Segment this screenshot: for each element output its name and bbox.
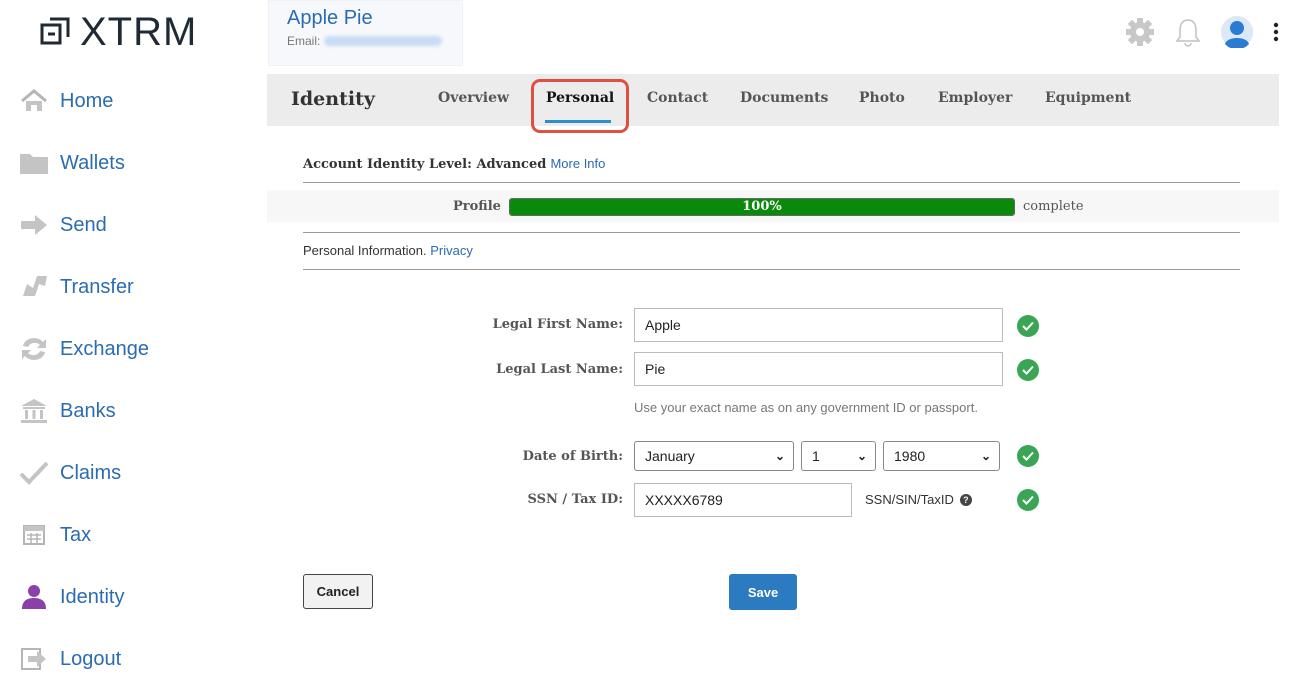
check-circle-icon bbox=[1017, 489, 1039, 511]
dob-label: Date of Birth: bbox=[522, 449, 623, 464]
first-name-label: Legal First Name: bbox=[492, 317, 623, 332]
dob-month-value: January bbox=[645, 448, 695, 464]
ssn-label: SSN / Tax ID: bbox=[527, 492, 623, 507]
divider bbox=[303, 232, 1240, 233]
dob-year-select[interactable]: 1980 ⌄ bbox=[883, 441, 1000, 471]
tab-employer[interactable]: Employer bbox=[938, 90, 1012, 106]
chevron-down-icon: ⌄ bbox=[774, 449, 785, 463]
identity-level-text: Account Identity Level: Advanced bbox=[303, 157, 547, 172]
tab-highlight-outline bbox=[531, 79, 629, 133]
sidebar-nav: Home Wallets Send Transfer Exchange Bank… bbox=[18, 70, 149, 689]
tab-overview[interactable]: Overview bbox=[438, 90, 509, 106]
sidebar-item-label: Claims bbox=[60, 461, 122, 484]
bank-icon bbox=[18, 398, 50, 424]
sidebar-item-tax[interactable]: Tax bbox=[18, 504, 149, 566]
sidebar-item-label: Exchange bbox=[60, 337, 149, 360]
sidebar-item-claims[interactable]: Claims bbox=[18, 442, 149, 504]
check-circle-icon bbox=[1017, 359, 1039, 381]
sidebar-item-label: Logout bbox=[60, 647, 122, 670]
dob-year-value: 1980 bbox=[894, 448, 926, 464]
more-vertical-icon[interactable] bbox=[1273, 22, 1279, 46]
sidebar-item-label: Send bbox=[60, 213, 107, 236]
sidebar-item-label: Transfer bbox=[60, 275, 134, 298]
check-circle-icon bbox=[1017, 315, 1039, 337]
tab-personal[interactable]: Personal bbox=[546, 90, 614, 106]
section-label: Personal Information. bbox=[303, 243, 427, 258]
bell-icon[interactable] bbox=[1175, 17, 1201, 51]
sidebar: XTRM Home Wallets Send Transfer Exchange… bbox=[0, 0, 265, 689]
ssn-input[interactable]: XXXXX6789 bbox=[634, 483, 852, 517]
gear-icon[interactable] bbox=[1125, 17, 1155, 51]
sidebar-item-transfer[interactable]: Transfer bbox=[18, 256, 149, 318]
divider bbox=[303, 182, 1240, 183]
calculator-icon bbox=[18, 522, 50, 548]
sidebar-item-identity[interactable]: Identity bbox=[18, 566, 149, 628]
tab-photo[interactable]: Photo bbox=[859, 90, 905, 106]
name-hint: Use your exact name as on any government… bbox=[634, 400, 978, 415]
user-info[interactable]: Apple Pie Email: bbox=[268, 0, 463, 66]
identity-tabs: Identity Overview Personal Contact Docum… bbox=[267, 74, 1279, 133]
sidebar-item-banks[interactable]: Banks bbox=[18, 380, 149, 442]
more-info-link[interactable]: More Info bbox=[550, 156, 605, 171]
arrow-right-icon bbox=[18, 212, 50, 238]
progress-bar: 100% bbox=[509, 198, 1015, 216]
identity-level: Account Identity Level: Advanced More In… bbox=[303, 156, 605, 172]
progress-percent: 100% bbox=[742, 199, 782, 214]
xtrm-logo-icon bbox=[40, 17, 70, 45]
tab-documents[interactable]: Documents bbox=[740, 90, 828, 106]
check-circle-icon bbox=[1017, 445, 1039, 467]
help-icon[interactable]: ? bbox=[959, 493, 972, 506]
sidebar-item-wallets[interactable]: Wallets bbox=[18, 132, 149, 194]
sidebar-item-send[interactable]: Send bbox=[18, 194, 149, 256]
page-title: Identity bbox=[291, 88, 375, 110]
top-toolbar bbox=[1125, 16, 1279, 52]
ssn-hint: SSN/SIN/TaxID ? bbox=[865, 492, 972, 507]
ssn-hint-text: SSN/SIN/TaxID bbox=[865, 492, 954, 507]
active-tab-indicator bbox=[545, 120, 611, 123]
brand-name: XTRM bbox=[80, 10, 198, 54]
progress-label: Profile bbox=[453, 199, 501, 214]
sidebar-item-home[interactable]: Home bbox=[18, 70, 149, 132]
chevron-down-icon: ⌄ bbox=[980, 449, 991, 463]
first-name-input[interactable]: Apple bbox=[634, 308, 1003, 342]
last-name-input[interactable]: Pie bbox=[634, 352, 1003, 386]
cancel-button[interactable]: Cancel bbox=[303, 574, 373, 609]
avatar[interactable] bbox=[1221, 16, 1253, 52]
sidebar-item-logout[interactable]: Logout bbox=[18, 628, 149, 689]
privacy-link[interactable]: Privacy bbox=[430, 243, 473, 258]
sidebar-item-label: Identity bbox=[60, 585, 125, 608]
sidebar-item-label: Tax bbox=[60, 523, 92, 546]
sidebar-item-exchange[interactable]: Exchange bbox=[18, 318, 149, 380]
checkmark-icon bbox=[18, 460, 50, 486]
tab-contact[interactable]: Contact bbox=[647, 90, 708, 106]
profile-progress-row: Profile 100% complete bbox=[267, 190, 1279, 222]
transfer-icon bbox=[18, 274, 50, 300]
person-icon bbox=[18, 584, 50, 610]
last-name-label: Legal Last Name: bbox=[496, 362, 623, 377]
sidebar-item-label: Banks bbox=[60, 399, 116, 422]
user-name: Apple Pie bbox=[287, 7, 373, 29]
brand-logo[interactable]: XTRM bbox=[38, 12, 197, 52]
home-icon bbox=[18, 88, 50, 114]
sidebar-item-label: Wallets bbox=[60, 151, 125, 174]
tab-equipment[interactable]: Equipment bbox=[1045, 90, 1131, 106]
save-button[interactable]: Save bbox=[729, 574, 797, 610]
dob-day-value: 1 bbox=[812, 448, 820, 464]
dob-month-select[interactable]: January ⌄ bbox=[634, 441, 794, 471]
folder-icon bbox=[18, 150, 50, 176]
email-redacted bbox=[324, 36, 443, 46]
progress-status: complete bbox=[1023, 199, 1084, 214]
chevron-down-icon: ⌄ bbox=[856, 449, 867, 463]
exchange-icon bbox=[18, 336, 50, 362]
section-heading: Personal Information. Privacy bbox=[303, 243, 473, 258]
divider bbox=[303, 269, 1240, 270]
sidebar-item-label: Home bbox=[60, 89, 114, 112]
email-label: Email: bbox=[287, 34, 321, 48]
logout-icon bbox=[18, 646, 50, 672]
dob-day-select[interactable]: 1 ⌄ bbox=[801, 441, 876, 471]
user-email: Email: bbox=[287, 34, 444, 48]
